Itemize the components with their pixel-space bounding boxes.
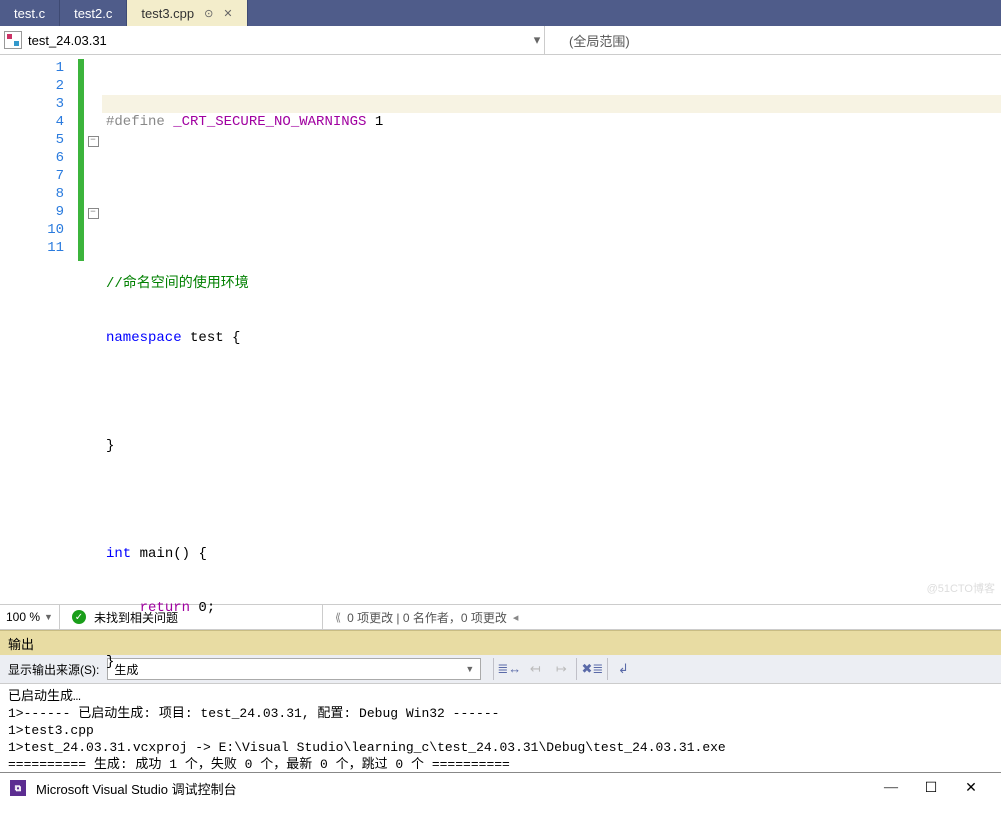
output-source-label: 显示输出来源(S): bbox=[8, 661, 99, 678]
line-number-gutter: 123 456 789 1011 bbox=[0, 55, 78, 604]
current-line-highlight bbox=[102, 95, 1001, 113]
pin-icon[interactable]: ⊙ bbox=[204, 7, 213, 20]
scope-selector-scope[interactable]: (全局范围) bbox=[545, 26, 630, 54]
fold-toggle[interactable]: − bbox=[88, 136, 99, 147]
close-button[interactable]: ✕ bbox=[951, 780, 991, 797]
scope-project-label: test_24.03.31 bbox=[28, 33, 530, 48]
tab-bar: test.c test2.c test3.cpp ⊙ ✕ bbox=[0, 0, 1001, 26]
tab-test3-cpp[interactable]: test3.cpp ⊙ ✕ bbox=[127, 0, 247, 26]
maximize-button[interactable]: ☐ bbox=[911, 780, 951, 797]
chevron-down-icon: ▾ bbox=[530, 32, 544, 48]
chevron-down-icon: ▼ bbox=[44, 612, 53, 622]
tab-test2-c[interactable]: test2.c bbox=[60, 0, 127, 26]
output-title: 输出 bbox=[8, 634, 34, 653]
close-icon[interactable]: ✕ bbox=[223, 7, 232, 20]
zoom-value: 100 % bbox=[6, 610, 40, 624]
navigation-bar: test_24.03.31 ▾ (全局范围) bbox=[0, 26, 1001, 55]
code-area[interactable]: #define _CRT_SECURE_NO_WARNINGS 1 //命名空间… bbox=[102, 55, 1001, 604]
console-window-titlebar: ⧉ Microsoft Visual Studio 调试控制台 — ☐ ✕ bbox=[0, 772, 1001, 803]
zoom-selector[interactable]: 100 % ▼ bbox=[0, 605, 60, 629]
watermark: @51CTO博客 bbox=[927, 580, 995, 596]
minimize-button[interactable]: — bbox=[871, 780, 911, 796]
project-icon bbox=[4, 31, 22, 49]
console-title: Microsoft Visual Studio 调试控制台 bbox=[36, 779, 871, 798]
tab-test-c[interactable]: test.c bbox=[0, 0, 60, 26]
scope-label: (全局范围) bbox=[569, 31, 630, 50]
scope-selector-project[interactable]: test_24.03.31 ▾ bbox=[0, 26, 545, 54]
check-icon: ✓ bbox=[72, 610, 86, 624]
code-editor[interactable]: 123 456 789 1011 − − #define _CRT_SECURE… bbox=[0, 55, 1001, 604]
vs-icon: ⧉ bbox=[10, 780, 26, 796]
fold-toggle[interactable]: − bbox=[88, 208, 99, 219]
fold-gutter: − − bbox=[84, 55, 102, 604]
